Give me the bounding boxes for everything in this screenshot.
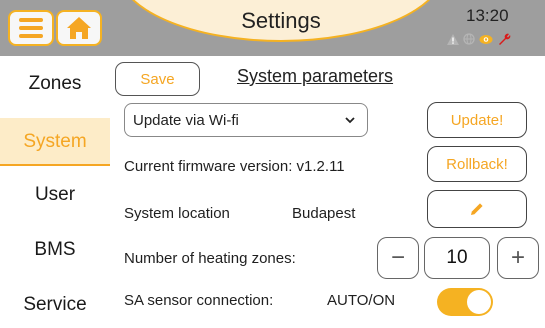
home-button[interactable] <box>56 10 102 46</box>
sa-sensor-label: SA sensor connection: <box>124 292 274 309</box>
sidebar-item-zones[interactable]: Zones <box>0 64 110 104</box>
status-icons <box>447 32 511 46</box>
section-title: System parameters <box>237 66 394 86</box>
update-method-select[interactable]: Update via Wi-fi <box>124 103 368 137</box>
sa-sensor-value: AUTO/ON <box>327 292 396 309</box>
location-label: System location <box>124 205 230 222</box>
sidebar: Zones System User BMS Service <box>0 56 112 328</box>
zones-label: Number of heating zones: <box>124 250 296 267</box>
globe-icon <box>463 33 475 45</box>
update-button[interactable]: Update! <box>427 102 527 138</box>
menu-button[interactable] <box>8 10 54 46</box>
sidebar-item-user[interactable]: User <box>0 175 110 215</box>
home-icon <box>67 17 91 39</box>
sa-sensor-toggle[interactable] <box>437 288 493 316</box>
pencil-icon <box>471 203 483 215</box>
rollback-button[interactable]: Rollback! <box>427 146 527 182</box>
edit-location-button[interactable] <box>427 190 527 228</box>
decrement-zones-button[interactable]: − <box>377 237 419 279</box>
location-value: Budapest <box>292 205 356 222</box>
eye-icon <box>479 34 493 44</box>
wrench-icon <box>499 33 511 45</box>
sidebar-item-service[interactable]: Service <box>0 285 110 325</box>
page-title: Settings <box>241 8 321 33</box>
zones-count-value[interactable]: 10 <box>424 237 490 279</box>
sidebar-item-system[interactable]: System <box>0 118 110 166</box>
update-method-value: Update via Wi-fi <box>133 111 239 129</box>
firmware-label: Current firmware version: v1.2.11 <box>124 158 345 175</box>
save-button[interactable]: Save <box>115 62 200 96</box>
hamburger-icon <box>19 18 43 38</box>
increment-zones-button[interactable]: + <box>497 237 539 279</box>
sidebar-item-bms[interactable]: BMS <box>0 230 110 270</box>
toggle-knob <box>467 290 491 314</box>
chevron-down-icon <box>345 116 355 123</box>
warning-icon <box>447 33 459 45</box>
clock: 13:20 <box>466 6 509 25</box>
